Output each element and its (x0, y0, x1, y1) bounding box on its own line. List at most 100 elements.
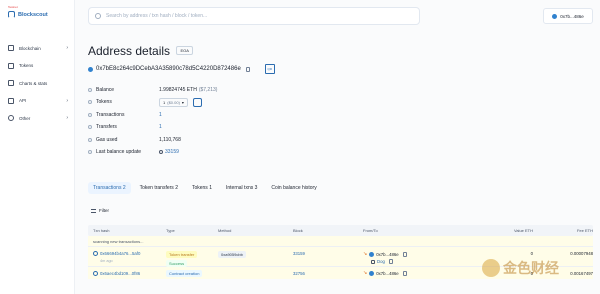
column-header: Type (166, 228, 175, 233)
column-header: From/To (363, 228, 378, 233)
balance-usd: ($7,213) (198, 86, 218, 93)
sidebar-item-label: Other (19, 115, 31, 121)
chevron-right-icon: › (66, 115, 68, 121)
sidebar: Testnet Blockscout Blockchain › Tokens C… (0, 0, 75, 294)
api-icon (8, 97, 14, 104)
search-icon (95, 13, 101, 19)
gas-value: 1,110,768 (159, 136, 181, 143)
tokens-row: Tokens 1 ($0.00) ▾ (88, 97, 593, 108)
token-icon (371, 259, 375, 264)
tx-type-badge: Token transfer (166, 251, 198, 258)
details-list: Balance 1.99824745 ETH ($7,213) Tokens 1 … (88, 84, 593, 158)
tokens-label: Tokens (96, 99, 112, 105)
copy-icon[interactable] (402, 251, 407, 257)
main-content: Address details EOA 0x7bE8c264c9DCebA3A3… (88, 44, 593, 159)
tokens-dropdown[interactable]: 1 ($0.00) ▾ (159, 97, 188, 107)
tx-fee: 0.00007948 (570, 251, 593, 256)
tab-label: Internal txns (225, 185, 254, 191)
transfers-value[interactable]: 1 (159, 124, 162, 130)
watermark: 金色财经 (482, 258, 559, 278)
gas-label: Gas used (96, 136, 118, 143)
sidebar-item-label: Blockchain (19, 45, 41, 51)
sidebar-item-tokens[interactable]: Tokens (6, 60, 70, 72)
copy-icon[interactable] (388, 259, 393, 264)
address-hash[interactable]: 0x7bE8c264c9DCebA3A35890c78d5C4220D87248… (96, 66, 241, 72)
chevron-down-icon: ▾ (181, 99, 184, 105)
column-header: Value ETH (513, 228, 533, 233)
blockchain-icon (8, 45, 14, 51)
logo[interactable]: Testnet Blockscout (8, 5, 48, 18)
search-input[interactable] (106, 13, 406, 19)
transaction-icon (93, 270, 98, 276)
tokens-usd: ($0.00) (167, 99, 180, 105)
transactions-row: Transactions 1 (88, 109, 593, 120)
sidebar-item-charts[interactable]: Charts & stats (6, 77, 70, 89)
filter-label: Filter (99, 208, 109, 213)
sidebar-item-blockchain[interactable]: Blockchain › (6, 42, 70, 54)
sidebar-nav: Blockchain › Tokens Charts & stats API ›… (6, 42, 70, 130)
tab-coin-balance-history[interactable]: Coin balance history (266, 182, 321, 194)
transactions-label: Transactions (96, 111, 125, 118)
method-badge: 0xa9059cbb (218, 251, 246, 258)
address-avatar (88, 66, 93, 72)
testnet-badge: Testnet (8, 5, 18, 9)
transaction-icon (93, 251, 98, 256)
column-header: Txn hash (93, 228, 110, 233)
tab-internal-txns[interactable]: Internal txns 3 (221, 182, 262, 194)
help-icon[interactable] (88, 112, 92, 117)
help-icon[interactable] (88, 150, 92, 154)
from-address[interactable]: 0x7b...486e (376, 271, 398, 276)
tab-count: 2 (122, 185, 126, 191)
tab-tokens[interactable]: Tokens 1 (187, 182, 217, 194)
copy-icon[interactable] (402, 270, 407, 276)
tab-transactions[interactable]: Transactions 2 (88, 182, 131, 194)
tab-count: 1 (209, 185, 212, 191)
last-update-value[interactable]: 33159 (165, 149, 179, 155)
block-link[interactable]: 32756 (293, 271, 305, 276)
filter-button[interactable]: Filter (88, 205, 112, 216)
sidebar-item-label: API (19, 98, 27, 103)
transfers-label: Transfers (96, 124, 117, 130)
scanning-notice: scanning new transactions... (88, 236, 593, 247)
tab-label: Transactions (93, 185, 122, 191)
copy-icon[interactable] (245, 66, 250, 72)
tx-value: 0 (530, 251, 533, 256)
status-badge: Success (166, 260, 188, 267)
address-row: 0x7bE8c264c9DCebA3A35890c78d5C4220D87248… (88, 64, 593, 74)
column-header: Fee ETH (576, 228, 593, 233)
watermark-text: 金色财经 (503, 261, 559, 277)
help-icon[interactable] (88, 137, 92, 142)
sidebar-item-other[interactable]: Other › (6, 112, 70, 124)
balance-label: Balance (96, 86, 115, 93)
arrow-out-icon: ↘ (363, 251, 368, 257)
gas-row: Gas used 1,110,768 (88, 134, 593, 145)
sidebar-item-label: Tokens (19, 63, 34, 68)
blockscout-logo-icon (8, 11, 15, 18)
tabs: Transactions 2 Token transfers 2 Tokens … (88, 182, 322, 194)
from-address[interactable]: 0x7b...486e (376, 252, 398, 257)
tx-hash-link[interactable]: 0x66694b4a76...5af0 (100, 251, 140, 256)
help-icon[interactable] (88, 100, 92, 104)
token-list-button[interactable] (192, 97, 202, 107)
tab-count: 2 (175, 185, 178, 191)
tab-count: 3 (254, 185, 258, 191)
clock-icon (159, 150, 163, 154)
block-link[interactable]: 33159 (293, 251, 305, 256)
topbar: 0x7b...486e (88, 7, 593, 26)
help-icon[interactable] (88, 125, 92, 129)
to-address[interactable]: Dog (377, 259, 385, 264)
sidebar-item-api[interactable]: API › (6, 95, 70, 107)
qr-code-button[interactable]: QR (264, 64, 275, 74)
account-button[interactable]: 0x7b...486e (543, 8, 593, 24)
tab-token-transfers[interactable]: Token transfers 2 (135, 182, 183, 194)
tx-hash-link[interactable]: 0x6aec4bd109...0f86 (100, 271, 140, 276)
tx-type-badge: Contract creation (166, 269, 203, 277)
help-icon[interactable] (88, 87, 92, 92)
search-box[interactable] (88, 7, 420, 25)
tokens-icon (8, 62, 14, 69)
transactions-value[interactable]: 1 (159, 112, 162, 118)
chevron-right-icon: › (66, 45, 68, 51)
account-address: 0x7b...486e (560, 13, 584, 19)
eoa-badge: EOA (176, 46, 193, 55)
watermark-logo-icon (482, 259, 500, 277)
